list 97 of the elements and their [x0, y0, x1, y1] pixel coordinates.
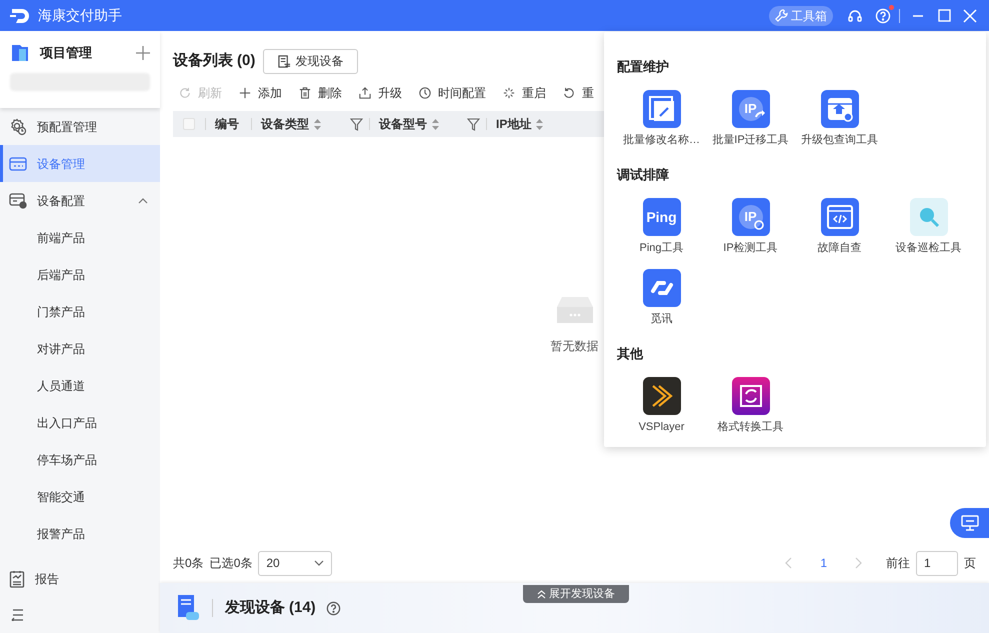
menu-item[interactable]: 报告 — [0, 560, 160, 597]
discover-devices-button[interactable]: 发现设备 — [263, 48, 358, 74]
device-icon — [9, 156, 27, 170]
convert-icon — [732, 377, 770, 415]
tool-item[interactable]: 批量修改名称… — [617, 90, 706, 147]
icon-label: Ping — [646, 208, 677, 227]
empty-box-icon — [556, 295, 594, 325]
window-title: 海康交付助手 — [38, 6, 122, 25]
menu-item[interactable]: 设备配置 — [0, 182, 160, 219]
package-search-icon — [820, 90, 858, 128]
discover-count: (14) — [289, 598, 316, 618]
tool-item[interactable]: Ping Ping工具 — [617, 198, 706, 255]
tool-item[interactable]: 格式转换工具 — [706, 377, 795, 434]
tool-item[interactable]: IP IP检测工具 — [706, 198, 795, 255]
toolbar-button[interactable]: 时间配置 — [419, 84, 486, 102]
project-title: 项目管理 — [40, 44, 92, 62]
section-title: 调试排障 — [617, 166, 670, 184]
refresh-icon — [179, 87, 191, 99]
close-icon[interactable] — [963, 8, 977, 22]
empty-text: 暂无数据 — [550, 338, 598, 355]
toolbar-button[interactable]: 重启 — [503, 84, 546, 102]
submenu-item[interactable]: 前端产品 — [0, 219, 160, 256]
submenu-item[interactable]: 对讲产品 — [0, 330, 160, 367]
sparkle-icon — [503, 87, 515, 99]
ping-icon — [642, 198, 680, 236]
edit-icon — [642, 90, 680, 128]
tool-item[interactable]: 设备巡检工具 — [884, 198, 973, 255]
maximize-icon[interactable] — [938, 9, 951, 22]
tool-item[interactable]: IP 批量IP迁移工具 — [706, 90, 795, 147]
icon-label: IP — [738, 205, 762, 229]
page-size-dropdown[interactable]: 20 — [258, 550, 332, 576]
selected-count: 已选0条 — [210, 555, 252, 572]
document-icon — [176, 594, 200, 622]
toolbar-button[interactable]: 重 — [563, 84, 594, 102]
upload-icon — [359, 87, 371, 99]
submenu-item[interactable]: 人员通道 — [0, 367, 160, 404]
submenu-item[interactable]: 报警产品 — [0, 515, 160, 552]
link-icon — [642, 269, 680, 307]
tool-item[interactable]: VSPlayer — [617, 377, 706, 434]
clock-icon — [419, 87, 431, 99]
column-header[interactable]: 设备型号 — [379, 115, 427, 133]
sort-icon[interactable] — [536, 118, 544, 130]
icon-label: IP — [738, 97, 762, 121]
section-title: 配置维护 — [617, 58, 670, 76]
expand-tab[interactable]: 展开发现设备 — [523, 585, 629, 603]
section-title: 其他 — [617, 345, 644, 363]
magnifier-icon — [910, 198, 948, 236]
help-icon[interactable] — [326, 600, 341, 616]
tool-item[interactable]: 故障自查 — [795, 198, 884, 255]
column-header[interactable]: IP地址 — [496, 115, 532, 133]
document-icon — [278, 54, 292, 68]
filter-icon[interactable] — [350, 118, 363, 130]
page-input[interactable]: 1 — [916, 550, 958, 576]
ip-transfer-icon — [732, 90, 770, 128]
tool-item[interactable]: 觅讯 — [617, 269, 706, 326]
plus-icon — [239, 87, 251, 99]
folder-icon — [10, 43, 30, 63]
toolbar-button[interactable]: 添加 — [239, 84, 282, 102]
goto-label: 前往 — [886, 555, 910, 572]
double-chevron-icon — [537, 590, 546, 598]
toolbar-button[interactable]: 升级 — [359, 84, 402, 102]
column-header[interactable]: 设备类型 — [261, 115, 309, 133]
device-settings-icon — [9, 192, 27, 208]
sort-icon[interactable] — [432, 118, 439, 130]
ip-search-icon — [732, 198, 770, 236]
device-count: (0) — [237, 50, 256, 71]
monitor-icon — [960, 515, 978, 531]
caret-icon — [314, 560, 324, 566]
page-suffix: 页 — [964, 555, 976, 572]
collapse-menu-icon[interactable] — [11, 609, 25, 621]
total-count: 共0条 — [173, 555, 204, 572]
select-all-checkbox[interactable] — [183, 118, 195, 130]
submenu-item[interactable]: 门禁产品 — [0, 293, 160, 330]
code-window-icon — [820, 198, 858, 236]
undo-icon — [563, 87, 575, 99]
page-number[interactable]: 1 — [820, 554, 827, 572]
submenu-item[interactable]: 出入口产品 — [0, 404, 160, 441]
sort-icon[interactable] — [314, 118, 321, 130]
page-title: 设备列表 — [173, 50, 233, 71]
gear-icon — [9, 118, 27, 136]
submenu-item[interactable]: 智能交通 — [0, 478, 160, 515]
submenu-item[interactable]: 后端产品 — [0, 256, 160, 293]
headset-icon[interactable] — [847, 8, 863, 24]
floating-chat-button[interactable] — [950, 508, 989, 538]
report-icon — [9, 570, 25, 588]
toolbar-button[interactable]: 删除 — [299, 84, 342, 102]
tool-item[interactable]: 升级包查询工具 — [795, 90, 884, 147]
add-icon[interactable] — [136, 46, 150, 60]
play-icon — [642, 377, 680, 415]
submenu-item[interactable]: 停车场产品 — [0, 441, 160, 478]
menu-item[interactable]: 预配置管理 — [0, 108, 160, 145]
trash-icon — [299, 87, 311, 99]
discover-title: 发现设备 — [225, 598, 285, 618]
filter-icon[interactable] — [467, 118, 480, 130]
app-logo-icon — [10, 8, 32, 24]
wrench-icon — [775, 9, 788, 22]
column-header[interactable]: 编号 — [215, 115, 239, 133]
